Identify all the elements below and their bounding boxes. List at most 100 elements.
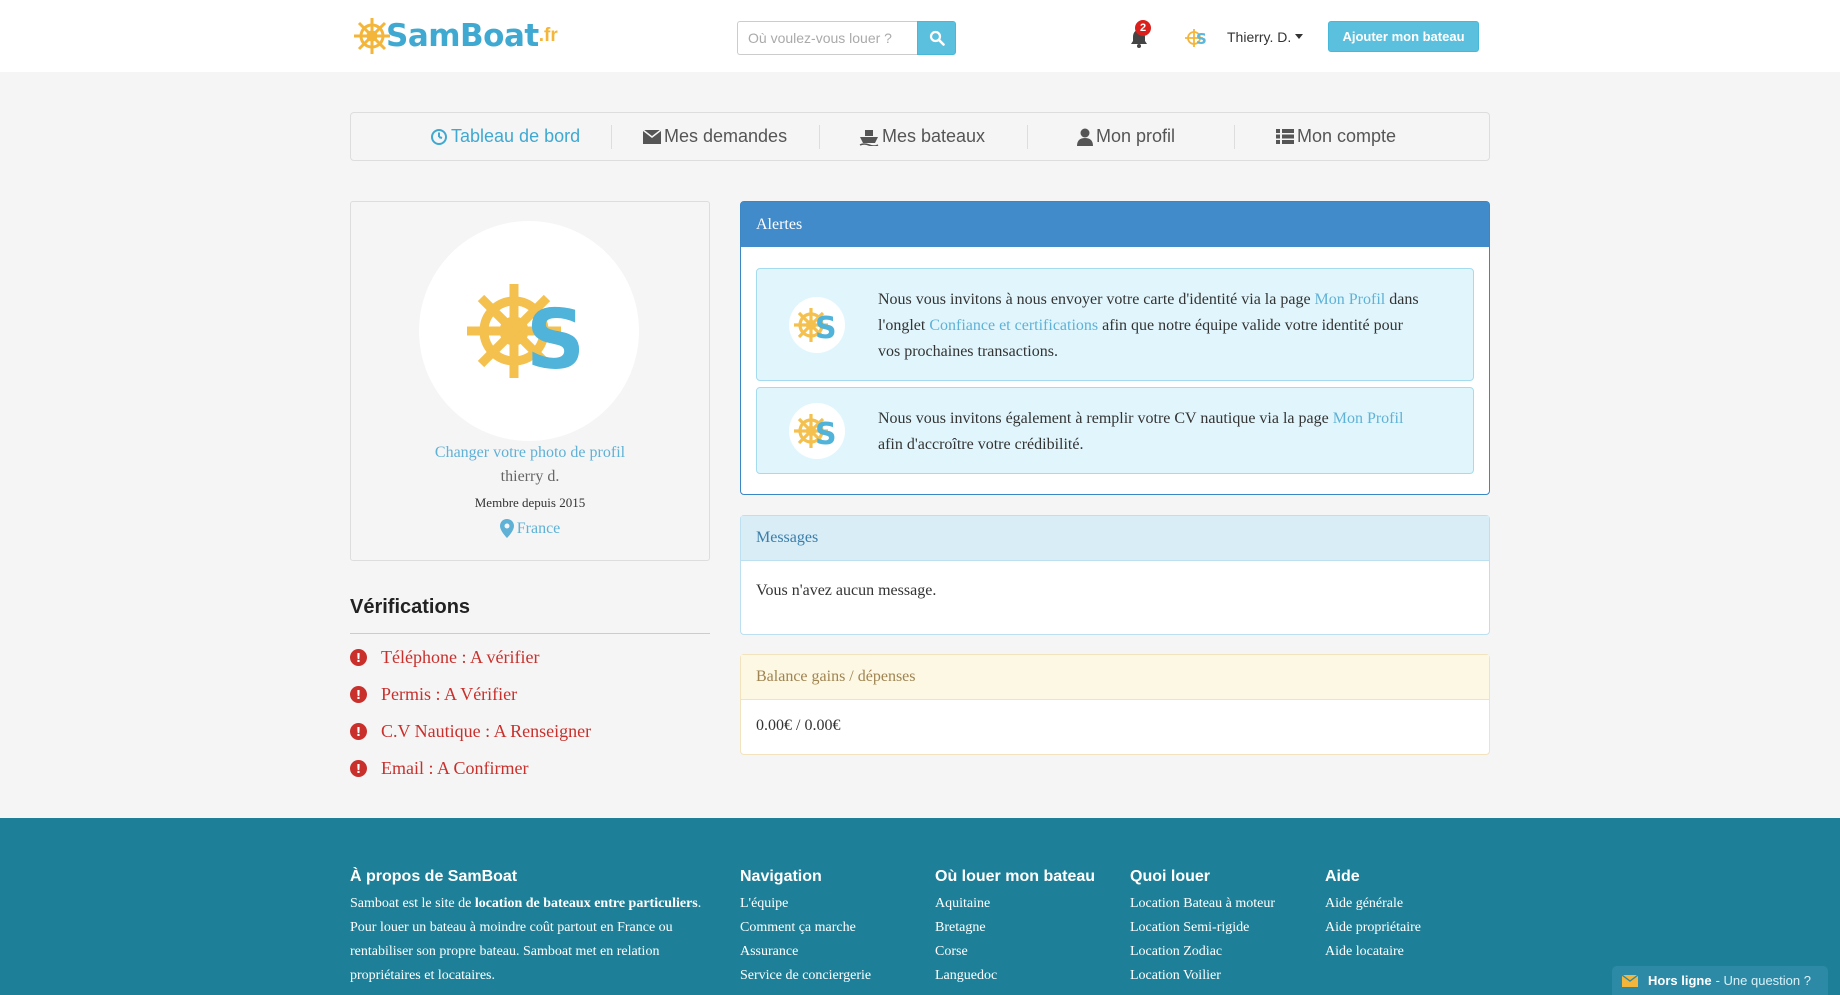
verification-phone[interactable]: ! Téléphone : A vérifier bbox=[350, 647, 539, 668]
top-header: SamBoat .fr 2 S Thierry. D. Ajouter mon … bbox=[0, 0, 1840, 72]
verifications-divider bbox=[350, 633, 710, 634]
footer-about: À propos de SamBoat Samboat est le site … bbox=[350, 868, 710, 988]
footer-link[interactable]: Aquitaine bbox=[935, 892, 1095, 916]
site-footer: À propos de SamBoat Samboat est le site … bbox=[0, 818, 1840, 995]
dashboard-clock-icon bbox=[431, 128, 447, 145]
trust-certifications-link[interactable]: Confiance et certifications bbox=[929, 317, 1098, 334]
footer-link[interactable]: L'équipe bbox=[740, 892, 871, 916]
profile-location[interactable]: France bbox=[351, 519, 709, 538]
alert-identity: S Nous vous invitons à nous envoyer votr… bbox=[756, 268, 1474, 381]
profile-card: S Changer votre photo de profil thierry … bbox=[350, 201, 710, 561]
footer-link[interactable]: Corse bbox=[935, 940, 1095, 964]
profile-name: thierry d. bbox=[500, 468, 560, 485]
footer-link[interactable]: Assurance bbox=[740, 940, 871, 964]
footer-where-title: Où louer mon bateau bbox=[935, 868, 1096, 885]
envelope-icon bbox=[1622, 974, 1638, 987]
search-bar bbox=[737, 21, 956, 55]
location-label: France bbox=[516, 519, 561, 537]
verification-label: Email : A Confirmer bbox=[381, 758, 529, 778]
user-icon bbox=[1077, 128, 1093, 146]
footer-about-title: À propos de SamBoat bbox=[350, 868, 518, 885]
alert-identity-text: Nous vous invitons à nous envoyer votre … bbox=[878, 287, 1428, 365]
footer-link[interactable]: Bretagne bbox=[935, 916, 1095, 940]
about-text-bold: location de bateaux entre particuliers bbox=[474, 896, 698, 911]
verification-label: Téléphone : A vérifier bbox=[381, 647, 540, 667]
verification-nautical-cv[interactable]: ! C.V Nautique : A Renseigner bbox=[350, 721, 591, 742]
footer-what-title: Quoi louer bbox=[1130, 868, 1210, 885]
logo-suffix: .fr bbox=[538, 25, 558, 46]
exclamation-icon: ! bbox=[350, 649, 367, 666]
map-marker-icon bbox=[499, 519, 514, 538]
balance-value: 0.00€ / 0.00€ bbox=[756, 717, 841, 734]
my-profile-link[interactable]: Mon Profil bbox=[1315, 291, 1386, 308]
samboat-logo-icon: S bbox=[794, 308, 837, 345]
footer-about-text: Samboat est le site de location de batea… bbox=[350, 892, 710, 988]
svg-text:S: S bbox=[526, 293, 585, 386]
tab-dashboard[interactable]: Tableau de bord bbox=[430, 113, 580, 160]
footer-link[interactable]: Service de conciergerie bbox=[740, 964, 871, 988]
alerts-title: Alertes bbox=[741, 202, 1489, 247]
tab-label: Mon compte bbox=[1297, 126, 1397, 146]
messages-panel: Messages Vous n'avez aucun message. bbox=[740, 515, 1490, 635]
change-photo-link[interactable]: Changer votre photo de profil bbox=[351, 444, 709, 462]
footer-link[interactable]: Languedoc bbox=[935, 964, 1095, 988]
user-menu-name[interactable]: Thierry. D. bbox=[1227, 29, 1291, 45]
footer-link[interactable]: Location Voilier bbox=[1130, 964, 1275, 988]
ship-icon bbox=[859, 129, 879, 146]
footer-link[interactable]: Aide propriétaire bbox=[1325, 916, 1421, 940]
search-input[interactable] bbox=[737, 21, 917, 55]
chat-widget[interactable]: Hors ligne - Une question ? bbox=[1612, 966, 1828, 995]
my-profile-link[interactable]: Mon Profil bbox=[1333, 410, 1404, 427]
logo-text: SamBoat bbox=[386, 18, 539, 54]
svg-text:S: S bbox=[1196, 30, 1207, 48]
tab-label: Mon profil bbox=[1096, 126, 1176, 146]
footer-where: Où louer mon bateau Aquitaine Bretagne C… bbox=[935, 868, 1095, 988]
samboat-logo[interactable]: SamBoat .fr bbox=[352, 16, 558, 56]
verification-email[interactable]: ! Email : A Confirmer bbox=[350, 758, 528, 779]
tab-divider bbox=[611, 125, 612, 149]
add-boat-button[interactable]: Ajouter mon bateau bbox=[1328, 21, 1479, 52]
exclamation-icon: ! bbox=[350, 760, 367, 777]
chat-status: Hors ligne bbox=[1648, 973, 1712, 988]
footer-nav-title: Navigation bbox=[740, 868, 822, 885]
alert-text-part: Nous vous invitons également à remplir v… bbox=[878, 410, 1333, 427]
footer-link[interactable]: Location Zodiac bbox=[1130, 940, 1275, 964]
footer-link[interactable]: Location Bateau à moteur bbox=[1130, 892, 1275, 916]
footer-navigation: Navigation L'équipe Comment ça marche As… bbox=[740, 868, 871, 988]
alert-logo: S bbox=[789, 297, 845, 353]
chat-question: - Une question ? bbox=[1715, 973, 1811, 988]
alert-nautical-cv: S Nous vous invitons également à remplir… bbox=[756, 387, 1474, 474]
alert-text-part: Nous vous invitons à nous envoyer votre … bbox=[878, 291, 1315, 308]
caret-down-icon[interactable] bbox=[1295, 34, 1303, 39]
user-avatar-icon[interactable]: S bbox=[1185, 26, 1209, 50]
footer-link[interactable]: Aide locataire bbox=[1325, 940, 1421, 964]
profile-photo[interactable]: S bbox=[419, 221, 639, 441]
tab-account[interactable]: Mon compte bbox=[1276, 113, 1396, 160]
verification-label: C.V Nautique : A Renseigner bbox=[381, 721, 592, 741]
dashboard-tabs: Tableau de bord Mes demandes Mes bateaux… bbox=[350, 112, 1490, 161]
search-button[interactable] bbox=[917, 21, 956, 55]
samboat-logo-icon: S bbox=[794, 414, 837, 451]
messages-title: Messages bbox=[741, 516, 1489, 561]
samboat-avatar-icon: S bbox=[467, 284, 585, 386]
notification-badge: 2 bbox=[1135, 20, 1151, 36]
alert-nautical-cv-text: Nous vous invitons également à remplir v… bbox=[878, 406, 1428, 458]
list-icon bbox=[1276, 129, 1294, 144]
exclamation-icon: ! bbox=[350, 686, 367, 703]
tab-requests[interactable]: Mes demandes bbox=[643, 113, 787, 160]
verification-label: Permis : A Vérifier bbox=[381, 684, 518, 704]
footer-link[interactable]: Comment ça marche bbox=[740, 916, 871, 940]
member-since: Membre depuis 2015 bbox=[474, 495, 586, 510]
balance-panel: Balance gains / dépenses 0.00€ / 0.00€ bbox=[740, 654, 1490, 755]
tab-divider bbox=[1234, 125, 1235, 149]
tab-boats[interactable]: Mes bateaux bbox=[859, 113, 985, 160]
footer-link[interactable]: Aide générale bbox=[1325, 892, 1421, 916]
balance-title: Balance gains / dépenses bbox=[741, 655, 1489, 700]
footer-link[interactable]: Location Semi-rigide bbox=[1130, 916, 1275, 940]
exclamation-icon: ! bbox=[350, 723, 367, 740]
verification-license[interactable]: ! Permis : A Vérifier bbox=[350, 684, 517, 705]
footer-help: Aide Aide générale Aide propriétaire Aid… bbox=[1325, 868, 1421, 964]
alert-text-part: afin d'accroître votre crédibilité. bbox=[878, 436, 1084, 453]
tab-profile[interactable]: Mon profil bbox=[1077, 113, 1175, 160]
tab-label: Mes demandes bbox=[664, 126, 788, 146]
